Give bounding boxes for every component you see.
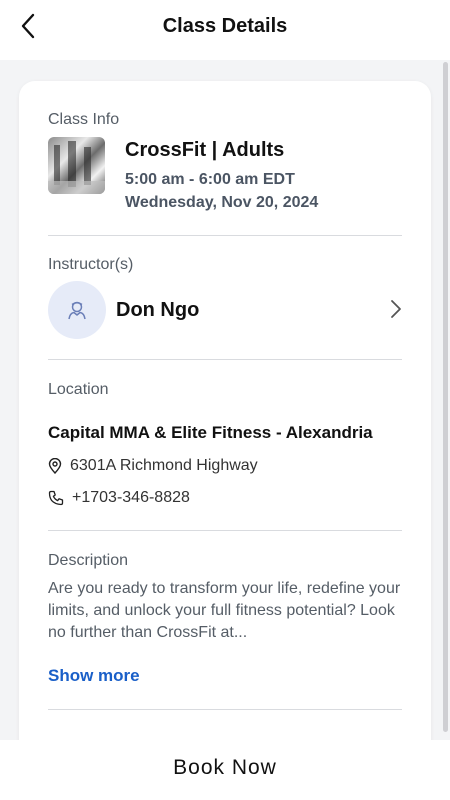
divider xyxy=(48,709,402,710)
app-header: Class Details xyxy=(0,0,450,60)
map-pin-icon xyxy=(48,458,62,474)
class-name: CrossFit | Adults xyxy=(125,139,285,161)
avatar xyxy=(48,281,106,339)
description-text: Are you ready to transform your life, re… xyxy=(48,580,401,641)
instructor-label: Instructor(s) xyxy=(48,256,134,273)
divider xyxy=(48,530,402,531)
class-thumbnail xyxy=(48,137,105,194)
location-address: 6301A Richmond Highway xyxy=(70,457,258,474)
location-label: Location xyxy=(48,381,109,398)
address-line[interactable]: 6301A Richmond Highway xyxy=(48,455,258,477)
class-date: Wednesday, Nov 20, 2024 xyxy=(125,194,319,211)
content-scroll-area[interactable]: Class Info CrossFit | Adults 5:00 am - 6… xyxy=(0,60,450,740)
user-icon xyxy=(68,301,86,320)
location-name: Capital MMA & Elite Fitness - Alexandria xyxy=(48,423,373,442)
book-now-button[interactable]: Book Now xyxy=(0,756,450,780)
class-info-label: Class Info xyxy=(48,111,120,128)
divider xyxy=(48,235,402,236)
show-more-link[interactable]: Show more xyxy=(48,666,140,686)
instructor-row[interactable]: Don Ngo xyxy=(48,280,402,340)
divider xyxy=(48,359,402,360)
scrollbar[interactable] xyxy=(443,62,448,732)
instructor-name: Don Ngo xyxy=(116,299,200,321)
phone-icon xyxy=(48,490,64,506)
chevron-right-icon xyxy=(391,300,401,318)
class-time: 5:00 am - 6:00 am EDT xyxy=(125,171,295,188)
footer-bar: Book Now xyxy=(0,740,450,800)
location-phone: +1703-346-8828 xyxy=(72,489,190,506)
description-label: Description xyxy=(48,552,129,569)
phone-line[interactable]: +1703-346-8828 xyxy=(48,487,190,509)
class-details-card: Class Info CrossFit | Adults 5:00 am - 6… xyxy=(19,81,431,740)
page-title: Class Details xyxy=(162,15,288,37)
